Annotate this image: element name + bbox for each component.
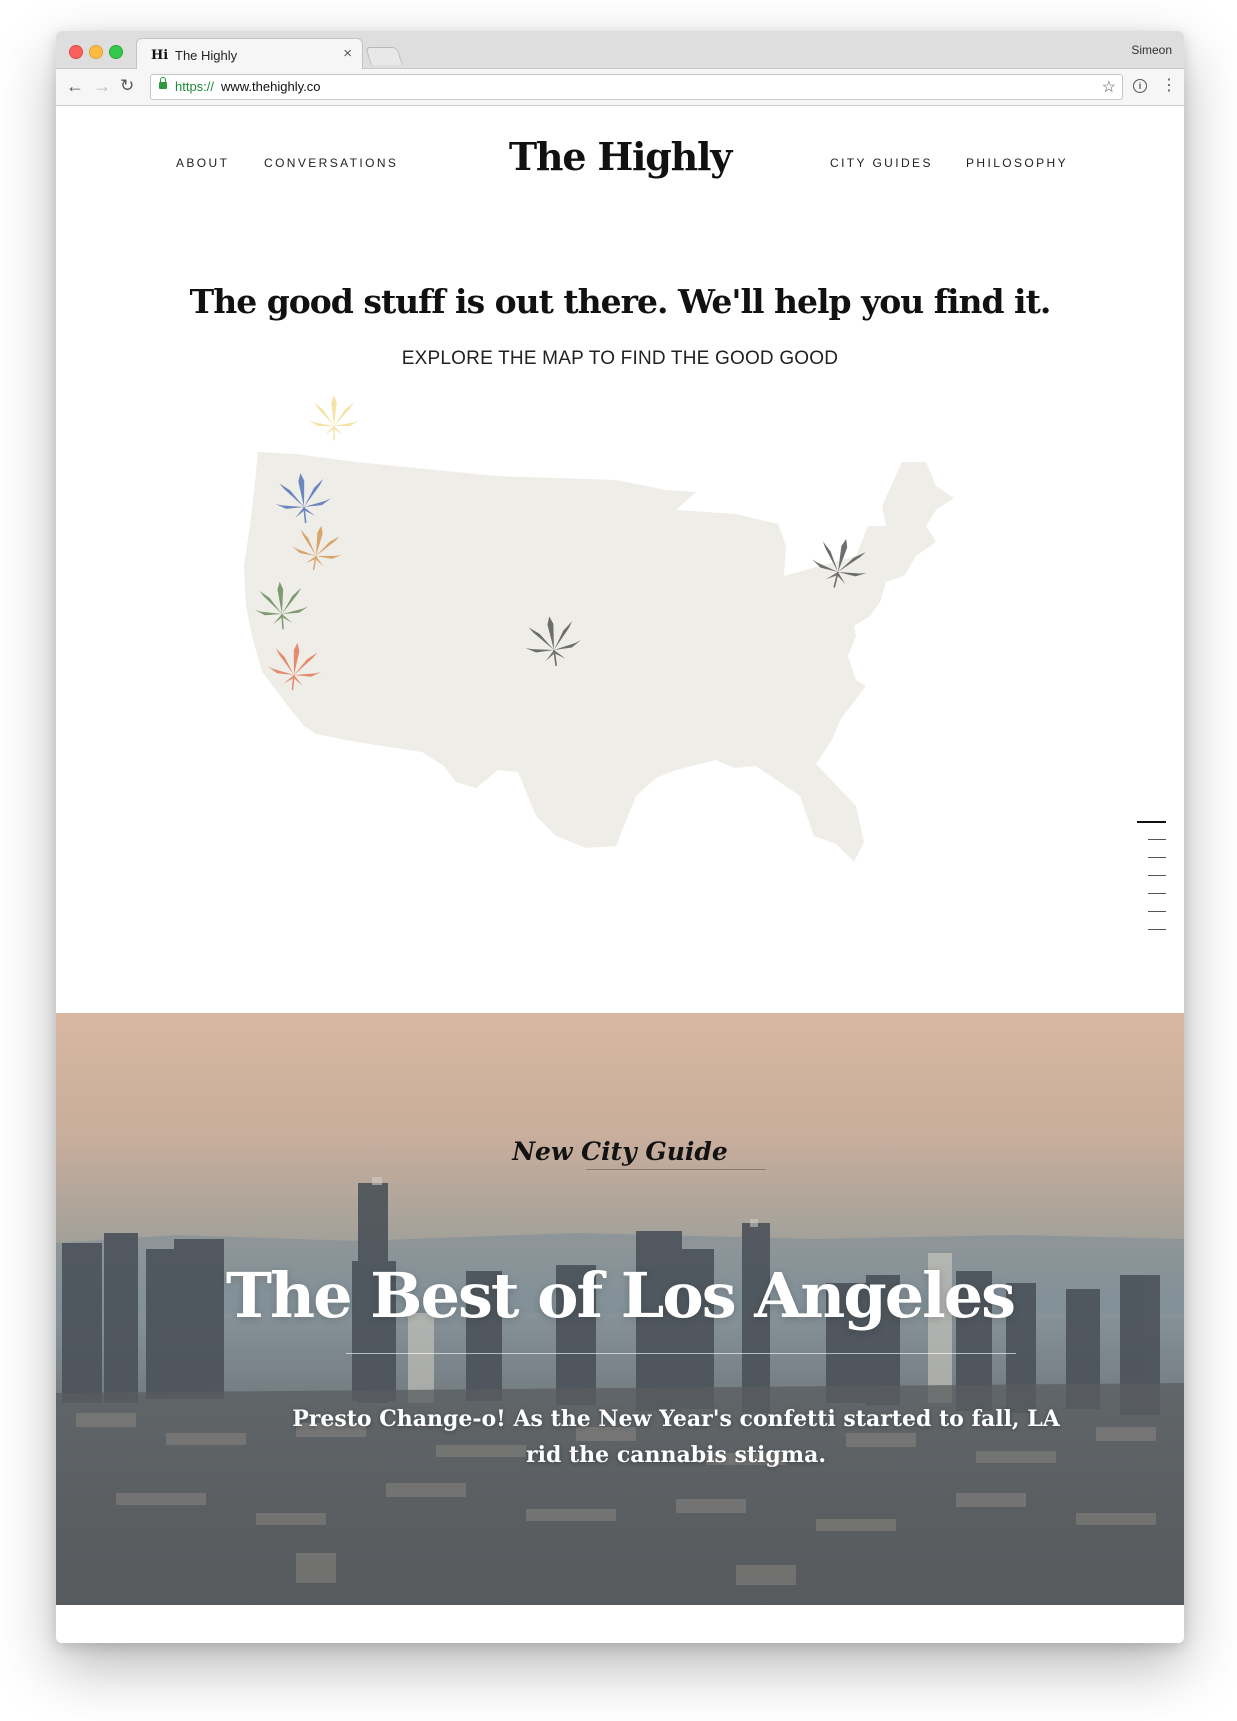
leaf-marker-yellow[interactable] [308, 395, 360, 441]
browser-window: Hi The Highly × Simeon ← → ↻ https:// ww… [56, 31, 1184, 1643]
minimize-window-button[interactable] [89, 45, 103, 59]
scroll-tick[interactable] [1148, 911, 1166, 912]
title-underline [346, 1353, 1016, 1354]
tab-strip: Hi The Highly × Simeon [56, 31, 1184, 70]
browser-toolbar: ← → ↻ https:// www.thehighly.co ☆ i ⋮ [56, 69, 1184, 106]
scroll-tick[interactable] [1148, 857, 1166, 858]
browser-menu-icon[interactable]: ⋮ [1161, 75, 1177, 95]
tab-the-highly[interactable]: Hi The Highly × [136, 38, 363, 70]
scroll-tick[interactable] [1148, 875, 1166, 876]
lock-icon [159, 77, 167, 89]
hero-subtitle: Presto Change-o! As the New Year's confe… [292, 1406, 1060, 1468]
url-host: www.thehighly.co [221, 79, 321, 94]
back-arrow-icon[interactable]: ← [66, 76, 84, 97]
us-mainland-shape[interactable] [244, 452, 954, 862]
close-window-button[interactable] [69, 45, 83, 59]
eyebrow-underline [586, 1169, 766, 1170]
page-viewport: ABOUT CONVERSATIONS The Highly CITY GUID… [56, 106, 1184, 1643]
extension-info-icon[interactable]: i [1133, 79, 1147, 93]
scroll-tick[interactable] [1148, 893, 1166, 894]
bookmark-star-icon[interactable]: ☆ [1102, 77, 1116, 97]
forward-arrow-icon[interactable]: → [93, 76, 111, 97]
scroll-tick[interactable] [1148, 929, 1166, 930]
section-scroll-indicator [1136, 821, 1166, 941]
new-tab-button[interactable] [365, 47, 403, 65]
tab-title: The Highly [175, 48, 238, 63]
hero-title[interactable]: The Best of Los Angeles [56, 1259, 1184, 1332]
address-bar[interactable]: https:// www.thehighly.co ☆ [150, 74, 1123, 100]
favicon-icon: Hi [151, 48, 169, 63]
zoom-window-button[interactable] [109, 45, 123, 59]
url-scheme: https:// [175, 79, 215, 94]
hero-city-guide[interactable]: New City Guide The Best of Los Angeles P… [56, 1013, 1184, 1605]
close-tab-icon[interactable]: × [343, 45, 352, 62]
scroll-tick[interactable] [1148, 839, 1166, 840]
profile-name[interactable]: Simeon [1131, 43, 1172, 57]
scroll-tick-active[interactable] [1137, 821, 1166, 823]
reload-icon[interactable]: ↻ [120, 76, 134, 96]
us-map[interactable] [56, 106, 1184, 1006]
hero-eyebrow[interactable]: New City Guide [56, 1137, 1184, 1166]
